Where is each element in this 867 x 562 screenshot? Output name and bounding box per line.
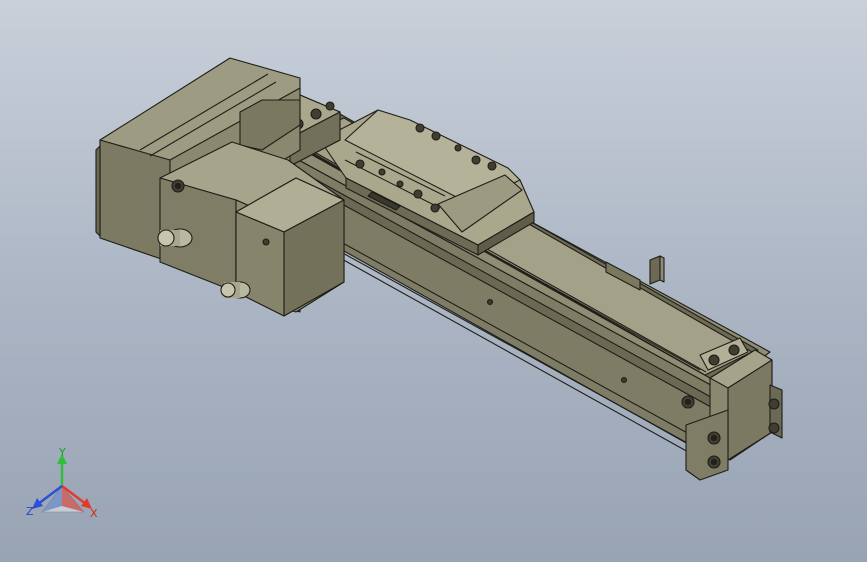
z-axis-arrow — [32, 498, 43, 509]
z-axis-label: Z — [26, 505, 34, 518]
y-axis-label: Y — [58, 446, 66, 459]
cad-viewport[interactable]: Y X Z — [0, 0, 867, 562]
x-axis-label: X — [90, 507, 98, 520]
axis-triad: Y X Z — [26, 446, 98, 520]
actuator-model[interactable] — [0, 0, 867, 562]
